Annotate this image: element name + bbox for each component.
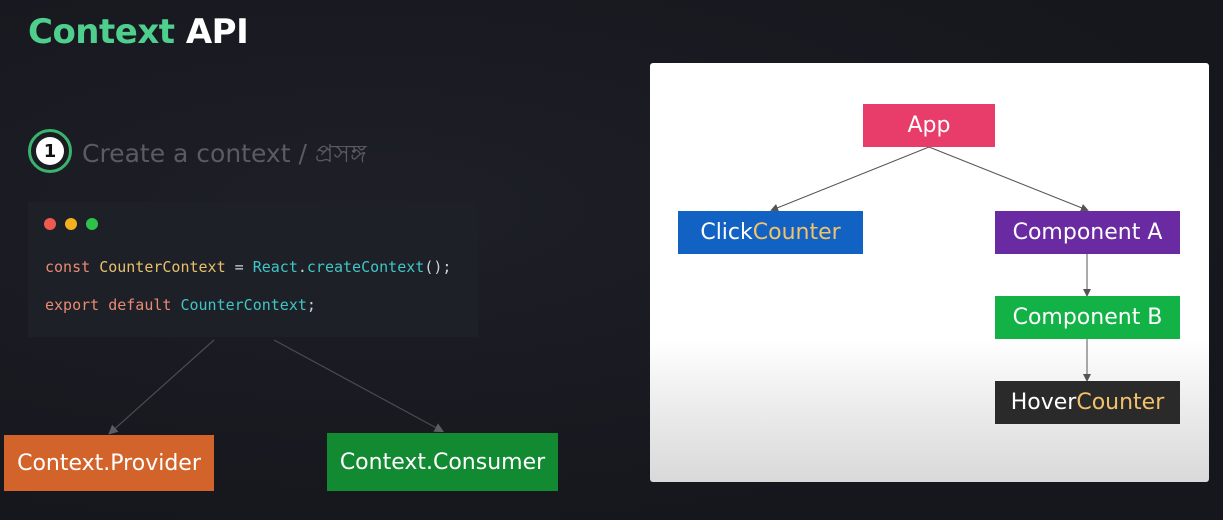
window-close-dot-icon (44, 218, 56, 230)
code-keywords: export default (45, 296, 172, 314)
code-keyword: const (45, 258, 91, 276)
code-call: (); (424, 258, 452, 276)
edge-app-to-clickcounter (770, 146, 930, 212)
code-dot: . (297, 258, 307, 276)
node-hover-counter: Hover Counter (995, 381, 1180, 424)
component-tree-panel: App Click Counter Component A Component B… (650, 63, 1209, 482)
node-hover-suffix: Counter (1076, 390, 1165, 415)
node-click-counter: Click Counter (678, 211, 863, 254)
node-click-prefix: Click (700, 220, 753, 245)
node-click-suffix: Counter (752, 220, 841, 245)
code-identifier: CounterContext (180, 296, 307, 314)
title-context: Context (28, 12, 175, 52)
code-method: createContext (306, 258, 425, 276)
window-maximize-dot-icon (86, 218, 98, 230)
window-minimize-dot-icon (65, 218, 77, 230)
edge-app-to-component-a (928, 146, 1089, 212)
code-operator: = (234, 258, 244, 276)
code-line-create-context: const CounterContext = React.createConte… (45, 258, 451, 276)
node-app: App (863, 104, 995, 147)
page-title: Context API (28, 12, 249, 52)
arrow-to-provider (108, 339, 215, 435)
code-line-export: export default CounterContext; (45, 296, 316, 314)
node-hover-prefix: Hover (1010, 390, 1077, 415)
code-identifier: CounterContext (99, 258, 226, 276)
code-window: const CounterContext = React.createConte… (28, 202, 478, 337)
context-consumer-node: Context.Consumer (327, 433, 558, 491)
step-number-badge: 1 (28, 129, 72, 173)
code-semicolon: ; (306, 296, 316, 314)
step-text: Create a context / প্রসঙ্গ (82, 139, 367, 168)
node-component-b: Component B (995, 296, 1180, 339)
context-provider-node: Context.Provider (4, 435, 214, 491)
node-component-a: Component A (995, 211, 1180, 254)
step-number: 1 (36, 137, 64, 165)
title-api: API (185, 12, 249, 52)
arrow-to-consumer (273, 339, 445, 433)
code-object: React (252, 258, 298, 276)
